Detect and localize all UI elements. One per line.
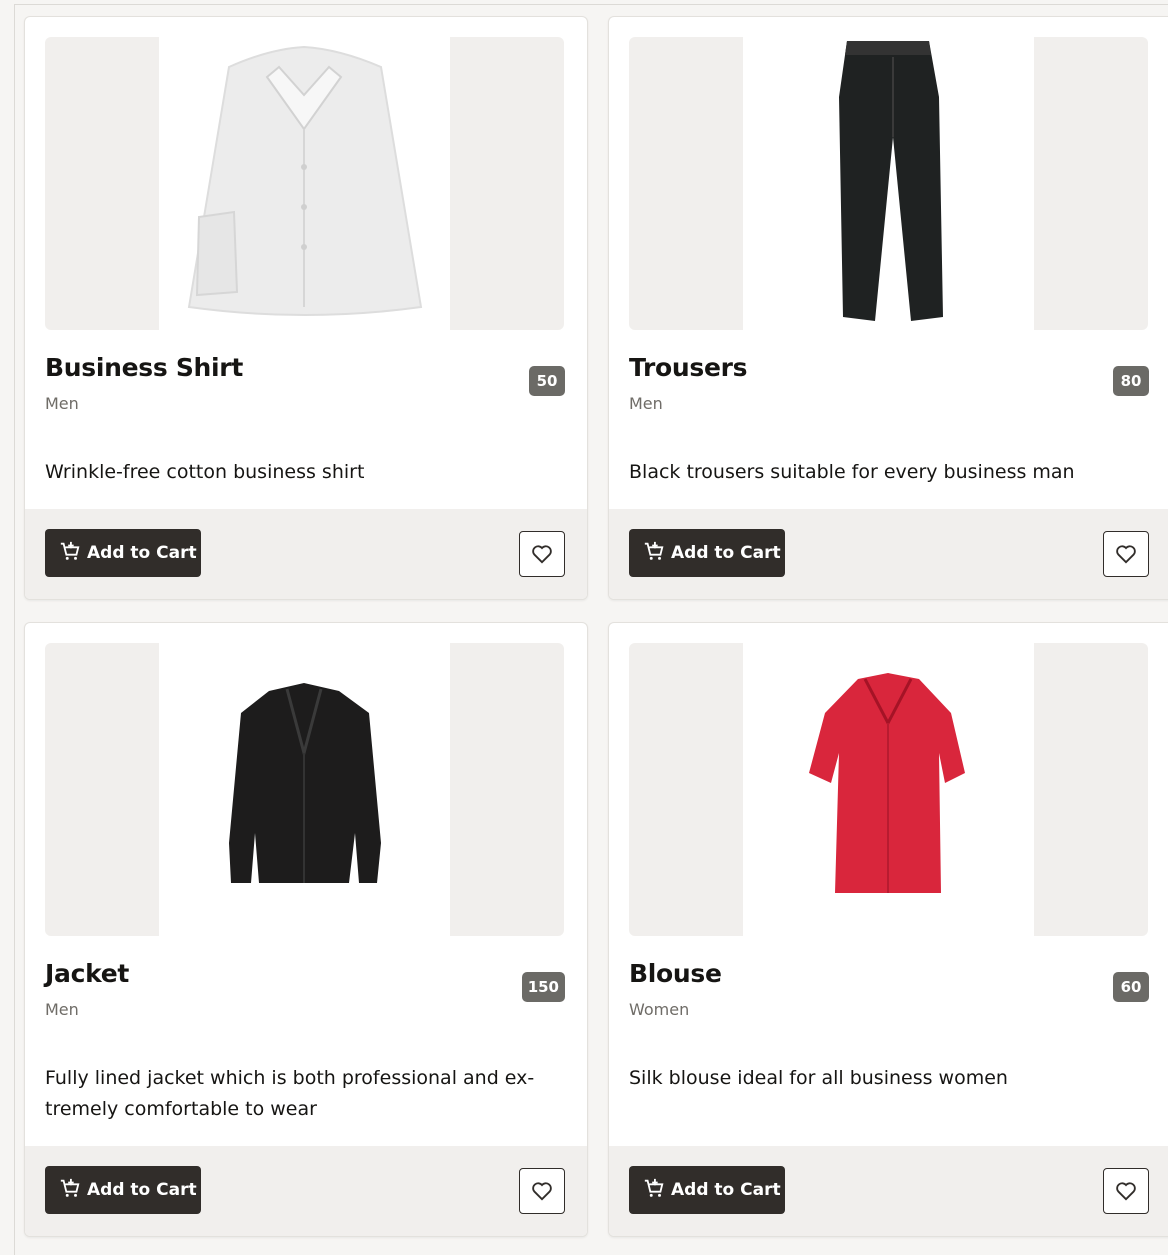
product-title: Blouse	[629, 959, 722, 988]
favorite-button[interactable]	[519, 531, 565, 577]
price-badge: 80	[1113, 366, 1149, 396]
product-category: Men	[45, 394, 79, 413]
product-image-frame	[45, 643, 564, 936]
product-description: Black trousers suitable for every busine…	[629, 461, 1075, 483]
favorite-button[interactable]	[519, 1168, 565, 1214]
product-category: Men	[629, 394, 663, 413]
product-description: Fully lined jacket which is both profess…	[45, 1067, 535, 1120]
cart-icon	[644, 1178, 664, 1197]
price-badge: 150	[521, 972, 565, 1002]
add-to-cart-button[interactable]: Add to Cart	[45, 1166, 201, 1214]
cart-icon	[644, 541, 664, 560]
product-card: Trousers Men 80 Black trousers suitable …	[608, 16, 1168, 600]
product-image-frame	[45, 37, 564, 330]
price-badge: 60	[1113, 972, 1149, 1002]
add-to-cart-button[interactable]: Add to Cart	[629, 529, 785, 577]
price-badge: 50	[529, 366, 565, 396]
jacket-image[interactable]	[159, 643, 450, 936]
product-description: Silk blouse ideal for all business women	[629, 1067, 1008, 1089]
card-footer: Add to Cart	[609, 509, 1168, 599]
product-title: Jacket	[45, 959, 130, 988]
product-title: Business Shirt	[45, 353, 243, 382]
product-image-frame	[629, 643, 1148, 936]
product-card: Blouse Women 60 Silk blouse ideal for al…	[608, 622, 1168, 1237]
heart-icon	[532, 1182, 552, 1201]
trousers-image[interactable]	[743, 37, 1034, 330]
blouse-image[interactable]	[743, 643, 1034, 936]
add-to-cart-button[interactable]: Add to Cart	[629, 1166, 785, 1214]
product-description: Wrinkle-free cotton business shirt	[45, 461, 365, 483]
card-footer: Add to Cart	[609, 1146, 1168, 1236]
product-card: Jacket Men 150 Fully lined jacket which …	[24, 622, 588, 1237]
heart-icon	[1116, 545, 1136, 564]
shirt-image[interactable]	[159, 37, 450, 330]
add-to-cart-button[interactable]: Add to Cart	[45, 529, 201, 577]
product-category: Women	[629, 1000, 690, 1019]
heart-icon	[532, 545, 552, 564]
product-category: Men	[45, 1000, 79, 1019]
product-image-frame	[629, 37, 1148, 330]
heart-icon	[1116, 1182, 1136, 1201]
favorite-button[interactable]	[1103, 531, 1149, 577]
add-to-cart-label: Add to Cart	[87, 1180, 197, 1200]
add-to-cart-label: Add to Cart	[671, 543, 781, 563]
product-title: Trousers	[629, 353, 748, 382]
favorite-button[interactable]	[1103, 1168, 1149, 1214]
cart-icon	[60, 1178, 80, 1197]
product-card: Business Shirt Men 50 Wrinkle-free cotto…	[24, 16, 588, 600]
add-to-cart-label: Add to Cart	[671, 1180, 781, 1200]
cart-icon	[60, 541, 80, 560]
add-to-cart-label: Add to Cart	[87, 543, 197, 563]
card-footer: Add to Cart	[25, 509, 587, 599]
card-footer: Add to Cart	[25, 1146, 587, 1236]
